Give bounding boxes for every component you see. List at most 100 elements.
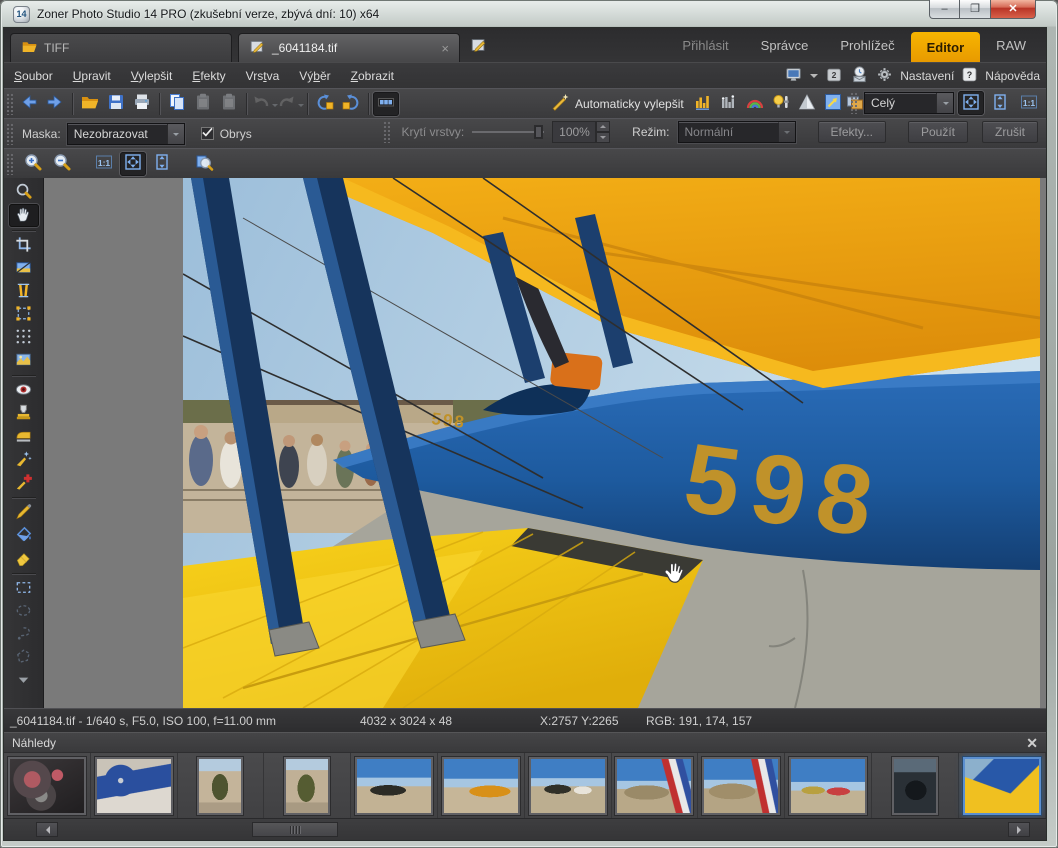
tools-scroll-down[interactable] bbox=[9, 669, 39, 692]
thumb-cockpit-interior[interactable] bbox=[892, 757, 938, 815]
crop-tool[interactable] bbox=[9, 234, 39, 257]
dropdown-caret-icon[interactable] bbox=[298, 104, 304, 110]
perspective-tool[interactable] bbox=[9, 280, 39, 303]
cancel-button[interactable]: Zrušit bbox=[982, 121, 1038, 143]
thumb-engine-closeup[interactable] bbox=[8, 757, 86, 815]
undo-button[interactable] bbox=[251, 92, 277, 116]
tab-close-icon[interactable]: × bbox=[441, 41, 449, 56]
layer-opacity-value[interactable]: 100% bbox=[552, 121, 610, 143]
module-tab-raw[interactable]: RAW bbox=[980, 28, 1042, 62]
doc-tab-tiff[interactable]: TIFF bbox=[10, 33, 232, 62]
colors-button[interactable] bbox=[742, 92, 768, 116]
fill-tool[interactable] bbox=[9, 524, 39, 547]
fit-whole-button[interactable] bbox=[958, 91, 984, 115]
maximize-button[interactable]: ❐ bbox=[960, 0, 990, 19]
module-tab-prohlížeč[interactable]: Prohlížeč bbox=[824, 28, 910, 62]
zoom-tool[interactable] bbox=[9, 181, 39, 204]
place-image-tool[interactable] bbox=[9, 349, 39, 372]
zoom-toolbar-grip[interactable] bbox=[6, 153, 13, 175]
copy-button[interactable] bbox=[164, 92, 190, 116]
thumbnails-panel-header[interactable]: Náhledy ✕ bbox=[4, 732, 1046, 752]
zoom-fit-button[interactable] bbox=[120, 152, 146, 176]
zoom-fill-button[interactable] bbox=[149, 152, 175, 176]
zoom-level-combo[interactable]: Celý bbox=[864, 92, 954, 114]
scrollbar-thumb[interactable] bbox=[252, 822, 338, 837]
open-button[interactable] bbox=[77, 92, 103, 116]
back-button[interactable] bbox=[16, 92, 42, 116]
thumb-blue-yellow-biplane-598[interactable] bbox=[963, 757, 1041, 815]
menu-upravit[interactable]: Upravit bbox=[63, 69, 121, 83]
mask-toolbar-grip[interactable] bbox=[6, 123, 13, 145]
module-tab-správce[interactable]: Správce bbox=[745, 28, 825, 62]
close-button[interactable]: ✕ bbox=[990, 0, 1036, 19]
navigator-button[interactable] bbox=[191, 152, 217, 176]
opacity-down-button[interactable] bbox=[596, 132, 610, 143]
new-editor-tab-icon[interactable] bbox=[470, 36, 488, 57]
module-tab-přihlásit[interactable]: Přihlásit bbox=[666, 28, 744, 62]
display-mode-icon[interactable] bbox=[784, 65, 803, 87]
straighten-tool[interactable] bbox=[9, 257, 39, 280]
menu-soubor[interactable]: Soubor bbox=[4, 69, 63, 83]
save-button[interactable] bbox=[103, 92, 129, 116]
forward-button[interactable] bbox=[42, 92, 68, 116]
module-tab-editor[interactable]: Editor bbox=[911, 32, 981, 62]
rotate-right-button[interactable] bbox=[338, 92, 364, 116]
menu-zobrazit[interactable]: Zobrazit bbox=[341, 69, 404, 83]
apply-button[interactable]: Použít bbox=[908, 121, 968, 143]
paste-button[interactable] bbox=[190, 92, 216, 116]
lasso-tool[interactable] bbox=[9, 623, 39, 646]
one-to-one-button[interactable]: 1:1 bbox=[1016, 91, 1042, 115]
news-icon[interactable] bbox=[850, 65, 869, 87]
curves-button[interactable] bbox=[716, 92, 742, 116]
effect-brush-tool[interactable] bbox=[9, 448, 39, 471]
gear-icon[interactable] bbox=[876, 66, 893, 86]
rotate-left-button[interactable] bbox=[312, 92, 338, 116]
photo-canvas[interactable]: 598 598 bbox=[183, 178, 1040, 708]
outline-checkbox[interactable] bbox=[201, 127, 214, 140]
red-eye-tool[interactable] bbox=[9, 379, 39, 402]
auto-enhance-button[interactable]: Automaticky vylepšit bbox=[544, 90, 690, 117]
title-bar[interactable]: 14 Zoner Photo Studio 14 PRO (zkušební v… bbox=[4, 0, 1046, 28]
layer-bar-grip[interactable] bbox=[383, 121, 390, 143]
menu-vylepšit[interactable]: Vylepšit bbox=[121, 69, 183, 83]
help-menu[interactable]: Nápověda bbox=[985, 69, 1040, 83]
fit-width-button[interactable] bbox=[987, 91, 1013, 115]
paintbrush-tool[interactable] bbox=[9, 501, 39, 524]
scroll-right-button[interactable] bbox=[1008, 822, 1030, 837]
deform-tool[interactable] bbox=[9, 303, 39, 326]
iron-tool[interactable] bbox=[9, 425, 39, 448]
sharpen-button[interactable] bbox=[794, 92, 820, 116]
mask-mode-combo[interactable]: Nezobrazovat bbox=[67, 123, 185, 145]
canvas-workspace[interactable]: 598 598 bbox=[44, 178, 1046, 708]
thumb-blue-cowling[interactable] bbox=[95, 757, 173, 815]
blend-mode-combo[interactable]: Normální bbox=[678, 121, 796, 143]
levels-button[interactable] bbox=[690, 92, 716, 116]
paste-as-new-button[interactable] bbox=[216, 92, 242, 116]
zoom-in-button[interactable] bbox=[20, 152, 46, 176]
hand-tool[interactable] bbox=[9, 204, 39, 227]
exposure-button[interactable] bbox=[768, 92, 794, 116]
clone-stamp-tool[interactable] bbox=[9, 402, 39, 425]
scroll-left-button[interactable] bbox=[36, 822, 58, 837]
menu-efekty[interactable]: Efekty bbox=[182, 69, 235, 83]
polygon-select-tool[interactable] bbox=[9, 646, 39, 669]
effects-button[interactable]: Efekty... bbox=[818, 121, 886, 143]
layer-opacity-slider[interactable] bbox=[472, 125, 544, 139]
menu-vrstva[interactable]: Vrstva bbox=[236, 69, 290, 83]
resize-button[interactable] bbox=[820, 92, 846, 116]
thumb-camo-figure-1[interactable] bbox=[197, 757, 243, 815]
minimize-button[interactable]: – bbox=[929, 0, 960, 19]
help-icon[interactable]: ? bbox=[961, 66, 978, 86]
toolbar-grip[interactable] bbox=[6, 93, 13, 115]
ellipse-select-tool[interactable] bbox=[9, 600, 39, 623]
zoom-out-button[interactable] bbox=[49, 152, 75, 176]
thumb-camo-figure-2[interactable] bbox=[284, 757, 330, 815]
menu-výběr[interactable]: Výběr bbox=[289, 69, 340, 83]
toolbar-grip-2[interactable] bbox=[850, 92, 857, 114]
thumb-airfield-yellow-plane[interactable] bbox=[442, 757, 520, 815]
eraser-tool[interactable] bbox=[9, 547, 39, 570]
thumb-biplane-tricolor-rudder-1[interactable] bbox=[615, 757, 693, 815]
settings-menu[interactable]: Nastavení bbox=[900, 69, 954, 83]
thumb-biplane-tricolor-rudder-2[interactable] bbox=[702, 757, 780, 815]
filmstrip-scrollbar[interactable] bbox=[4, 818, 1046, 840]
